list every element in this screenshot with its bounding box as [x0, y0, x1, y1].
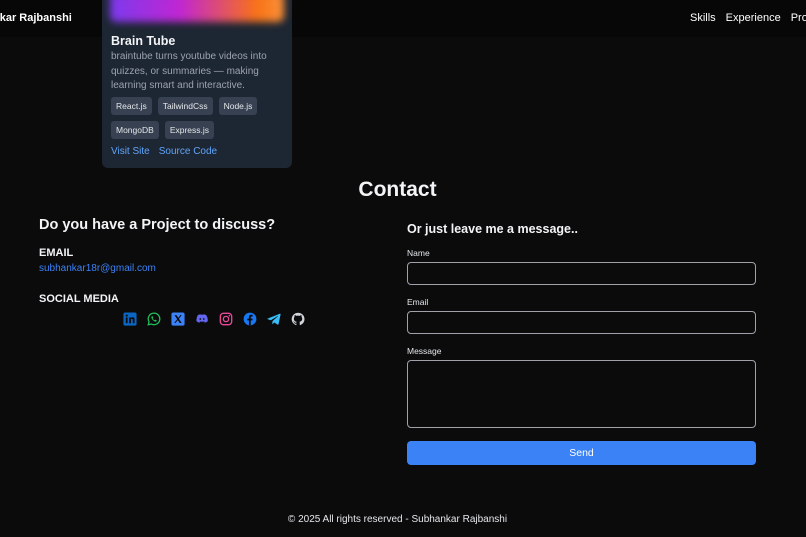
name-input[interactable] — [407, 262, 756, 285]
social-icons — [123, 312, 305, 326]
brand-name[interactable]: nkar Rajbanshi — [0, 12, 72, 24]
x-icon[interactable] — [171, 312, 185, 326]
whatsapp-icon[interactable] — [147, 312, 161, 326]
linkedin-icon[interactable] — [123, 312, 137, 326]
message-textarea[interactable] — [407, 360, 756, 428]
source-code-link[interactable]: Source Code — [159, 146, 217, 157]
contact-title: Contact — [358, 178, 437, 201]
send-button[interactable]: Send — [407, 441, 756, 465]
tech-tags: React.js TailwindCss Node.js MongoDB Exp… — [111, 97, 287, 139]
contact-info: Do you have a Project to discuss? EMAIL … — [39, 217, 305, 326]
email-input[interactable] — [407, 311, 756, 334]
telegram-icon[interactable] — [267, 312, 281, 326]
name-label: Name — [407, 248, 430, 258]
nav-link-projects[interactable]: Projec — [791, 12, 806, 24]
message-heading: Or just leave me a message.. — [407, 222, 578, 236]
nav-links: Skills Experience Projec — [690, 12, 806, 24]
nav-link-skills[interactable]: Skills — [690, 12, 716, 24]
facebook-icon[interactable] — [243, 312, 257, 326]
project-description: braintube turns youtube videos into quiz… — [111, 51, 267, 91]
tech-tag: TailwindCss — [157, 97, 213, 115]
tech-tag: MongoDB — [111, 121, 159, 139]
project-thumbnail — [110, 0, 284, 22]
discord-icon[interactable] — [195, 312, 209, 326]
project-card: Brain Tube braintube turns youtube video… — [102, 0, 292, 168]
tech-tag: Express.js — [164, 121, 215, 139]
contact-form: Or just leave me a message.. Name Email … — [407, 222, 756, 465]
instagram-icon[interactable] — [219, 312, 233, 326]
email-link[interactable]: subhankar18r@gmail.com — [39, 263, 156, 274]
nav-link-experience[interactable]: Experience — [726, 12, 781, 24]
project-links: Visit Site Source Code — [111, 146, 217, 157]
visit-site-link[interactable]: Visit Site — [111, 146, 150, 157]
tech-tag: React.js — [111, 97, 152, 115]
project-title: Brain Tube — [111, 34, 176, 48]
social-media-label: SOCIAL MEDIA — [39, 293, 119, 305]
email-field-label: Email — [407, 297, 429, 307]
project-discuss-heading: Do you have a Project to discuss? — [39, 217, 276, 233]
footer-copyright: © 2025 All rights reserved - Subhankar R… — [287, 514, 508, 525]
message-label: Message — [407, 346, 442, 356]
email-label: EMAIL — [39, 247, 74, 259]
github-icon[interactable] — [291, 312, 305, 326]
tech-tag: Node.js — [218, 97, 258, 115]
